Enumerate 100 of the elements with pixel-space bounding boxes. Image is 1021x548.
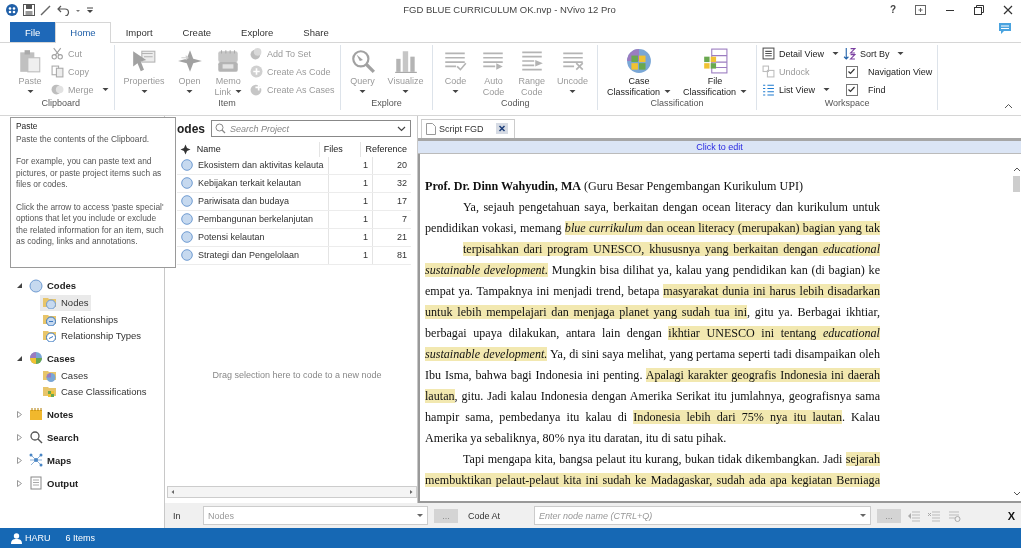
item-count: 6 Items: [65, 533, 96, 544]
list-view-icon: [762, 83, 776, 97]
nav-item[interactable]: Notes: [16, 405, 164, 424]
close-icon[interactable]: [495, 123, 508, 135]
comment-icon[interactable]: [998, 22, 1012, 36]
network-icon: [29, 453, 43, 468]
search-field[interactable]: Search Project: [211, 120, 411, 138]
expander-icon[interactable]: [16, 282, 23, 290]
restore-icon[interactable]: [974, 4, 984, 15]
scroll-thumb[interactable]: [1013, 175, 1020, 192]
user-name: HARU: [25, 533, 51, 544]
scroll-up-icon[interactable]: [1012, 165, 1021, 172]
help-button[interactable]: ?: [889, 4, 896, 16]
notepad-icon: [29, 407, 43, 422]
table-cell: Pariwisata dan budaya: [196, 192, 329, 210]
folder-icon: [43, 385, 57, 399]
nav-item[interactable]: Cases: [16, 349, 164, 368]
star-icon: [180, 143, 192, 155]
nav-item[interactable]: Case Classifications: [40, 383, 150, 401]
undock-icon: [762, 65, 776, 79]
save-icon[interactable]: [23, 3, 35, 16]
node-icon: [180, 213, 193, 226]
table-cell-text: 21: [396, 231, 408, 245]
checkbox[interactable]: [845, 65, 858, 78]
close-icon[interactable]: [1003, 4, 1013, 15]
document-line: pendidikan vokasi, memang blue currikulum dan ocean literacy (merupakan) bagian yang tak: [425, 219, 880, 237]
nav-item[interactable]: Maps: [16, 451, 164, 470]
table-row[interactable]: Ekosistem dan aktivitas kelauta 1 20: [177, 156, 411, 175]
nav-item[interactable]: Cases: [40, 367, 91, 384]
chevron-icon[interactable]: [397, 126, 406, 133]
scrollbar[interactable]: [167, 486, 417, 499]
document-line: sustainable development. Mungkin bisa dilihat ya, kalau yang pendidikan kan (di bagian) ke: [425, 261, 880, 279]
ribbon-tab[interactable]: Explore: [226, 21, 289, 42]
expander-icon[interactable]: [16, 354, 23, 362]
nav-item[interactable]: Codes: [16, 276, 164, 295]
close-button[interactable]: X: [1007, 509, 1015, 522]
scroll-right-icon[interactable]: [408, 489, 414, 496]
ribbon-tab[interactable]: Create: [167, 21, 227, 42]
ribbon-button[interactable]: List View: [762, 82, 839, 97]
group-label: Explore: [370, 97, 403, 110]
tooltip-text: Click the arrow to access 'paste special' options that let you include or exclude the related information for an item, such as coding, links and annotations.: [16, 201, 165, 248]
column-header[interactable]: Name: [194, 141, 320, 157]
clipboard-icon: [17, 47, 43, 74]
nav-item[interactable]: Relationships: [40, 311, 122, 328]
ribbon-button[interactable]: Case Classification: [603, 44, 676, 98]
table-row[interactable]: Pariwisata dan budaya 1 17: [177, 192, 411, 211]
document-line: hampir sama, pembedanya itu kalau di Indonesia lebih dari 75% nya itu lautan. Kalau: [425, 408, 880, 426]
document-line: Ibu Isma, bahwa bagi Indonesia ini penting. Apalagi karakter geografis Indonesia ini daerah: [425, 366, 880, 384]
ribbon-tab[interactable]: Share: [288, 21, 344, 42]
table-row[interactable]: Strategi dan Pengelolaan 1 81: [177, 246, 411, 265]
table-row[interactable]: Pembangunan berkelanjutan 1 7: [177, 210, 411, 229]
undo-icon[interactable]: [57, 3, 70, 16]
document-line: Tapi mengapa kita, bangsa pelaut itu kurang, bukan tidak dikembangkan. Jadi sejarah: [462, 450, 880, 468]
ribbon-tab[interactable]: Import: [110, 21, 168, 42]
circle-icon: [29, 278, 43, 293]
circles-icon: [250, 47, 264, 61]
ribbon-display-icon[interactable]: [915, 4, 926, 15]
table-cell-text: 17: [396, 195, 408, 209]
nav-item[interactable]: Output: [16, 474, 164, 493]
folder-icon: [43, 313, 57, 326]
table-cell: 1: [329, 246, 373, 264]
drop-hint: Drag selection here to code to a new node: [212, 370, 382, 381]
table-row[interactable]: Kebijakan terkait kelautan 1 32: [177, 174, 411, 193]
document-tab[interactable]: Script FGD: [421, 118, 515, 138]
pane-title: odes: [177, 121, 205, 136]
node-icon: [180, 231, 193, 244]
search-icon: [215, 123, 226, 135]
group-label: Workspace: [823, 97, 871, 110]
checkbox-option[interactable]: Navigation View: [842, 64, 933, 79]
document-line: berbagai upaya dilakukan, antara lain dengan ikhtiar UNESCO ini tentang educational: [425, 324, 880, 342]
table-cell: Ekosistem dan aktivitas kelauta: [196, 156, 329, 174]
table-cell: Kebijakan terkait kelautan: [196, 174, 329, 192]
node-icon: [180, 195, 193, 208]
table-cell-text: 20: [396, 159, 408, 173]
pen-icon[interactable]: [40, 3, 52, 16]
column-header[interactable]: Reference: [361, 141, 411, 157]
scroll-left-icon[interactable]: [170, 489, 176, 496]
collapse-icon[interactable]: [1004, 102, 1013, 109]
code-at-label: Code At: [467, 510, 502, 521]
nav-item[interactable]: Nodes: [40, 294, 92, 312]
plus-circle-icon: [250, 65, 264, 79]
caret-icon: [417, 513, 423, 518]
checkbox[interactable]: [845, 83, 858, 96]
ribbon-button[interactable]: Sort By: [842, 46, 933, 61]
app-logo-icon: [6, 3, 18, 16]
node-name-field[interactable]: Enter node name (CTRL+Q): [534, 506, 871, 526]
table-row[interactable]: Potensi kelautan 1 21: [177, 228, 411, 247]
nav-item[interactable]: Search: [16, 428, 164, 447]
document-icon: [426, 122, 436, 135]
checkbox-option[interactable]: Find: [842, 82, 933, 97]
scroll-down-icon[interactable]: [1012, 491, 1021, 498]
window-title: FGD BLUE CURRICULUM OK.nvp - NVivo 12 Pro: [402, 4, 617, 16]
ribbon-button[interactable]: File Classification: [679, 44, 752, 98]
nav-item[interactable]: Relationship Types: [40, 327, 145, 345]
column-header[interactable]: Files: [319, 141, 362, 157]
ribbon-tab[interactable]: Home: [55, 21, 111, 43]
ribbon-button[interactable]: Detail View: [762, 46, 839, 61]
caret-icon[interactable]: [860, 514, 866, 519]
ribbon-tab[interactable]: File: [10, 21, 56, 42]
group-label: Coding: [499, 97, 531, 110]
